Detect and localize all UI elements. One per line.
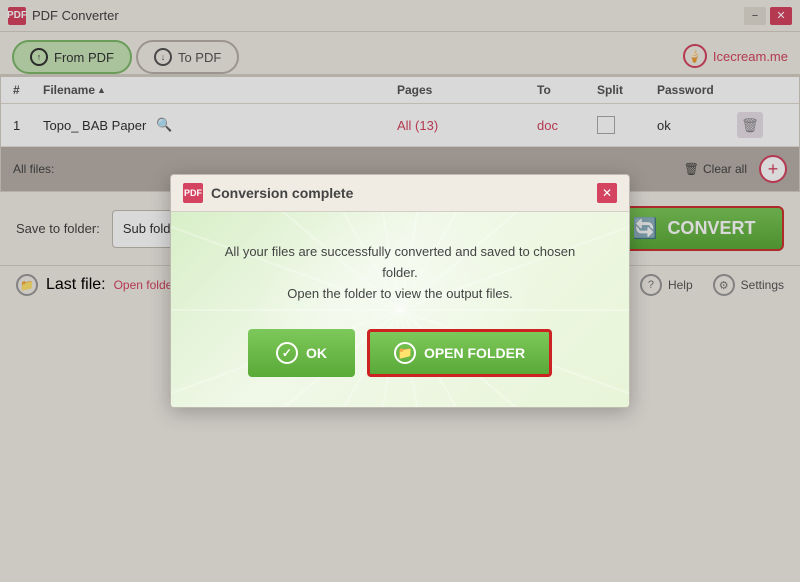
open-folder-btn-label: OPEN FOLDER xyxy=(424,345,525,361)
modal-close-button[interactable]: ✕ xyxy=(597,183,617,203)
modal-app-icon: PDF xyxy=(183,183,203,203)
modal-body: All your files are successfully converte… xyxy=(171,212,629,406)
modal-title-left: PDF Conversion complete xyxy=(183,183,353,203)
ok-icon: ✓ xyxy=(276,342,298,364)
modal-title: Conversion complete xyxy=(211,185,353,201)
ok-button[interactable]: ✓ OK xyxy=(248,329,355,377)
modal-buttons: ✓ OK 📁 OPEN FOLDER xyxy=(211,329,589,377)
open-folder-icon: 📁 xyxy=(394,342,416,364)
ok-label: OK xyxy=(306,345,327,361)
modal-title-bar: PDF Conversion complete ✕ xyxy=(171,175,629,212)
open-folder-button[interactable]: 📁 OPEN FOLDER xyxy=(367,329,552,377)
conversion-complete-modal: PDF Conversion complete ✕ xyxy=(170,174,630,407)
modal-overlay: PDF Conversion complete ✕ xyxy=(0,0,800,582)
modal-message: All your files are successfully converte… xyxy=(211,242,589,304)
